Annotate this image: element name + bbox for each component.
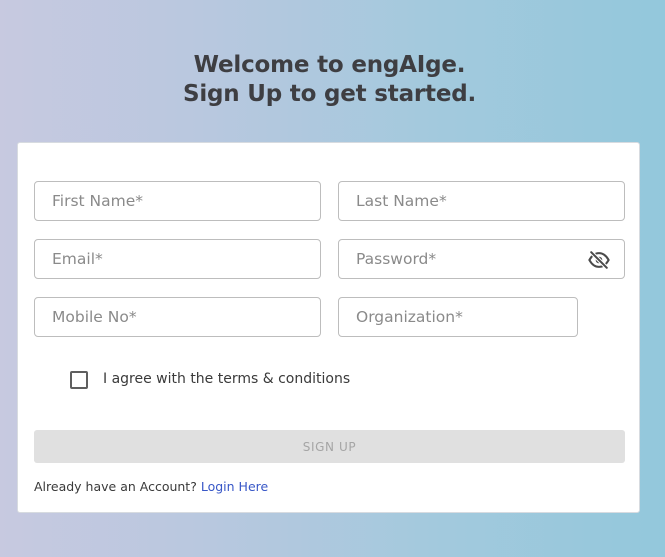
login-prompt: Already have an Account? Login Here bbox=[34, 478, 268, 496]
last-name-field[interactable] bbox=[338, 181, 625, 221]
signup-form-card: I agree with the terms & conditions SIGN… bbox=[17, 142, 640, 513]
terms-checkbox[interactable] bbox=[70, 371, 88, 389]
login-link[interactable]: Login Here bbox=[201, 479, 268, 494]
login-prompt-text: Already have an Account? bbox=[34, 479, 197, 494]
first-name-input[interactable] bbox=[35, 182, 320, 220]
organization-field[interactable] bbox=[338, 297, 578, 337]
signup-button[interactable]: SIGN UP bbox=[34, 430, 625, 463]
welcome-subtitle: Sign Up to get started. bbox=[182, 81, 477, 107]
mobile-field[interactable] bbox=[34, 297, 321, 337]
organization-input[interactable] bbox=[339, 298, 577, 336]
password-field[interactable] bbox=[338, 239, 625, 279]
terms-label: I agree with the terms & conditions bbox=[103, 371, 351, 387]
mobile-input[interactable] bbox=[35, 298, 320, 336]
welcome-title: Welcome to engAIge. bbox=[193, 52, 466, 78]
last-name-input[interactable] bbox=[339, 182, 624, 220]
first-name-field[interactable] bbox=[34, 181, 321, 221]
eye-off-icon[interactable] bbox=[588, 249, 610, 271]
password-input[interactable] bbox=[339, 240, 624, 278]
email-field[interactable] bbox=[34, 239, 321, 279]
page-heading: Welcome to engAIge. Sign Up to get start… bbox=[0, 51, 665, 109]
email-input[interactable] bbox=[35, 240, 320, 278]
